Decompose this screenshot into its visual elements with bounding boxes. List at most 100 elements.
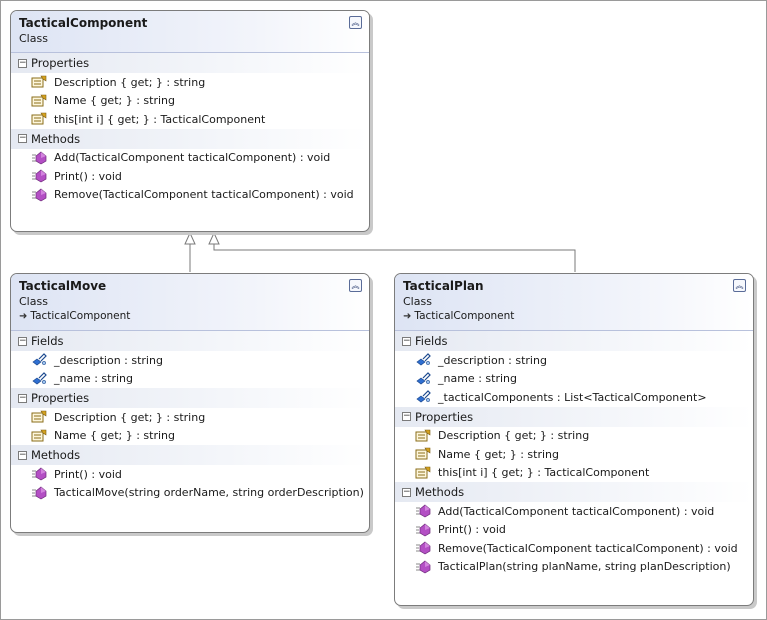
- collapse-toggle-icon[interactable]: −: [402, 412, 411, 421]
- property-icon: [31, 112, 47, 126]
- class-box-tactical-move[interactable]: TacticalMove Class ➜ TacticalComponent ︽ …: [10, 273, 370, 533]
- field-item[interactable]: _name : string: [11, 370, 369, 389]
- property-item[interactable]: Description { get; } : string: [11, 408, 369, 427]
- section-title: Properties: [415, 409, 474, 424]
- field-icon: [415, 353, 431, 367]
- member-label: Remove(TacticalComponent tacticalCompone…: [438, 541, 738, 555]
- member-label: this[int i] { get; } : TacticalComponent: [54, 112, 266, 126]
- member-label: this[int i] { get; } : TacticalComponent: [438, 466, 650, 480]
- method-item[interactable]: Remove(TacticalComponent tacticalCompone…: [395, 539, 753, 558]
- section-header-properties[interactable]: − Properties: [11, 53, 369, 73]
- method-item[interactable]: Print() : void: [11, 167, 369, 186]
- move-to-component-arrowhead: [184, 231, 196, 245]
- plan-to-component-line: [213, 244, 576, 272]
- field-item[interactable]: _name : string: [395, 370, 753, 389]
- property-item[interactable]: Description { get; } : string: [395, 427, 753, 446]
- section-header-methods[interactable]: − Methods: [11, 128, 369, 149]
- method-icon: [31, 151, 47, 165]
- property-item[interactable]: Name { get; } : string: [11, 427, 369, 446]
- member-label: _description : string: [54, 353, 163, 367]
- section-title: Fields: [31, 334, 64, 348]
- collapse-toggle-icon[interactable]: −: [18, 336, 27, 346]
- member-label: _name : string: [438, 372, 517, 386]
- collapse-toggle-icon[interactable]: −: [18, 393, 27, 403]
- base-class-line: ➜ TacticalComponent: [19, 309, 361, 324]
- class-box-tactical-plan[interactable]: TacticalPlan Class ➜ TacticalComponent ︽ …: [394, 273, 754, 606]
- class-body: − Properties Description { get; } : stri…: [11, 53, 369, 204]
- member-label: Description { get; } : string: [54, 75, 206, 89]
- property-item[interactable]: Description { get; } : string: [11, 73, 369, 92]
- method-icon: [31, 169, 47, 183]
- section-header-methods[interactable]: − Methods: [11, 445, 369, 465]
- member-label: Print() : void: [54, 467, 122, 481]
- section-title: Fields: [415, 334, 448, 348]
- member-label: Name { get; } : string: [54, 429, 175, 443]
- method-item[interactable]: Add(TacticalComponent tacticalComponent)…: [11, 149, 369, 168]
- class-header: TacticalComponent Class ︽: [11, 11, 369, 53]
- member-label: _tacticalComponents : List<TacticalCompo…: [438, 390, 707, 404]
- property-item[interactable]: this[int i] { get; } : TacticalComponent: [395, 464, 753, 483]
- member-label: Add(TacticalComponent tacticalComponent)…: [54, 151, 331, 165]
- method-icon: [31, 188, 47, 202]
- member-label: Description { get; } : string: [438, 429, 590, 443]
- section-header-fields[interactable]: − Fields: [11, 331, 369, 351]
- collapse-toggle-icon[interactable]: −: [18, 134, 27, 143]
- class-box-tactical-component[interactable]: TacticalComponent Class ︽ − Properties D…: [10, 10, 370, 232]
- section-header-methods[interactable]: − Methods: [395, 482, 753, 502]
- method-item[interactable]: Print() : void: [11, 465, 369, 484]
- plan-to-component-arrowhead: [208, 231, 220, 245]
- property-item[interactable]: this[int i] { get; } : TacticalComponent: [11, 110, 369, 129]
- section-title: Methods: [415, 485, 465, 499]
- chevron-collapse-icon[interactable]: ︽: [349, 16, 362, 29]
- collapse-toggle-icon[interactable]: −: [402, 336, 411, 346]
- method-item[interactable]: TacticalPlan(string planName, string pla…: [395, 558, 753, 577]
- collapse-toggle-icon[interactable]: −: [18, 58, 27, 68]
- field-item[interactable]: _description : string: [395, 351, 753, 370]
- method-icon: [415, 560, 431, 574]
- member-label: Print() : void: [438, 523, 506, 537]
- chevron-collapse-icon[interactable]: ︽: [733, 279, 746, 292]
- field-icon: [31, 353, 47, 367]
- member-label: TacticalMove(string orderName, string or…: [54, 486, 364, 500]
- field-icon: [31, 371, 47, 386]
- section-title: Properties: [31, 391, 90, 405]
- base-class-name: TacticalComponent: [30, 310, 131, 322]
- member-label: Remove(TacticalComponent tacticalCompone…: [54, 188, 354, 202]
- method-item[interactable]: Remove(TacticalComponent tacticalCompone…: [11, 186, 369, 205]
- field-icon: [415, 371, 431, 386]
- method-item[interactable]: TacticalMove(string orderName, string or…: [11, 484, 369, 503]
- property-icon: [415, 447, 431, 461]
- section-header-properties[interactable]: − Properties: [11, 388, 369, 408]
- field-icon: [415, 390, 431, 404]
- method-icon: [415, 523, 431, 537]
- method-icon: [31, 486, 47, 500]
- class-header: TacticalMove Class ➜ TacticalComponent ︽: [11, 274, 369, 331]
- method-icon: [415, 504, 431, 518]
- base-class-name: TacticalComponent: [414, 310, 515, 322]
- field-item[interactable]: _description : string: [11, 351, 369, 370]
- class-name: TacticalPlan: [403, 279, 484, 293]
- property-icon: [31, 429, 47, 443]
- class-body: − Fields _description : string _name : s…: [395, 331, 753, 576]
- property-item[interactable]: Name { get; } : string: [11, 92, 369, 111]
- field-item[interactable]: _tacticalComponents : List<TacticalCompo…: [395, 388, 753, 407]
- inheritance-arrow-icon: ➜: [19, 311, 28, 322]
- section-title: Properties: [31, 56, 90, 70]
- section-header-properties[interactable]: − Properties: [395, 406, 753, 427]
- member-label: _description : string: [438, 353, 547, 367]
- member-label: Name { get; } : string: [54, 94, 175, 108]
- property-item[interactable]: Name { get; } : string: [395, 445, 753, 464]
- property-icon: [415, 429, 431, 443]
- method-icon: [415, 541, 431, 555]
- member-label: _name : string: [54, 372, 133, 386]
- method-item[interactable]: Print() : void: [395, 521, 753, 540]
- class-name: TacticalComponent: [19, 16, 148, 30]
- collapse-toggle-icon[interactable]: −: [18, 450, 27, 460]
- section-header-fields[interactable]: − Fields: [395, 331, 753, 351]
- chevron-collapse-icon[interactable]: ︽: [349, 279, 362, 292]
- section-title: Methods: [31, 448, 81, 462]
- property-icon: [31, 410, 47, 424]
- class-body: − Fields _description : string _name : s…: [11, 331, 369, 502]
- collapse-toggle-icon[interactable]: −: [402, 487, 411, 497]
- method-item[interactable]: Add(TacticalComponent tacticalComponent)…: [395, 502, 753, 521]
